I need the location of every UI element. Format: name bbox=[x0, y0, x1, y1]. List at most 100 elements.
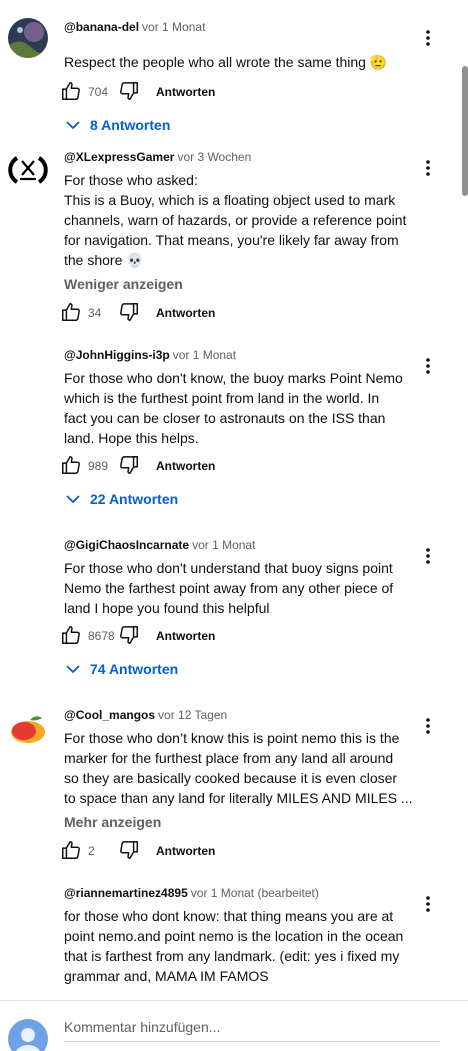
avatar[interactable] bbox=[8, 708, 48, 748]
comment-text-line: channels, warn of hazards, or provide a … bbox=[64, 212, 407, 228]
comment-text-line: For those who don’t know this is point n… bbox=[64, 730, 400, 746]
replies-count: 74 Antworten bbox=[90, 661, 179, 677]
avatar-letter: R bbox=[21, 895, 35, 916]
comment-text: For those who asked: This is a Buoy, whic… bbox=[64, 170, 412, 270]
reply-button[interactable]: Antworten bbox=[156, 629, 215, 643]
comment-text: for those who dont know: that thing mean… bbox=[64, 906, 412, 986]
comment-list: @banana-del vor 1 Monat Respect the people… bbox=[0, 0, 468, 1000]
like-count: 989 bbox=[88, 459, 109, 473]
more-options-icon[interactable] bbox=[418, 894, 438, 914]
avatar[interactable] bbox=[8, 150, 48, 190]
dislike-button[interactable] bbox=[118, 301, 140, 326]
more-options-icon[interactable] bbox=[418, 716, 438, 736]
view-replies-button[interactable]: 8 Antworten bbox=[66, 117, 170, 133]
dislike-button[interactable] bbox=[118, 454, 140, 479]
comment-actions: 2 Antworten bbox=[60, 839, 215, 863]
thumbs-up-icon bbox=[60, 624, 82, 649]
like-button[interactable] bbox=[60, 80, 82, 105]
comment-text: Respect the people who all wrote the sam… bbox=[64, 52, 412, 72]
comment-timestamp[interactable]: vor 3 Wochen bbox=[177, 150, 251, 164]
thumbs-down-icon bbox=[118, 624, 140, 649]
comment-author[interactable]: @JohnHiggins-i3p bbox=[64, 348, 170, 362]
comment-text-line: For those who don't know, the buoy marks… bbox=[64, 370, 403, 386]
comment-text-line: Nemo the farthest point away from any ot… bbox=[64, 580, 394, 596]
comment-text-line: so they are basically cooked because it … bbox=[64, 770, 398, 786]
dislike-button[interactable] bbox=[118, 80, 140, 105]
dislike-button[interactable] bbox=[118, 624, 140, 649]
chevron-down-icon bbox=[66, 117, 80, 133]
comment-timestamp[interactable]: vor 1 Monat (bearbeitet) bbox=[191, 886, 319, 900]
comment-timestamp[interactable]: vor 1 Monat bbox=[192, 538, 255, 552]
like-button[interactable] bbox=[60, 454, 82, 479]
more-options-icon[interactable] bbox=[418, 158, 438, 178]
like-count: 8678 bbox=[88, 629, 115, 643]
comment-text-line: for navigation. That means, you're likel… bbox=[64, 232, 399, 248]
thumbs-up-icon bbox=[60, 454, 82, 479]
comment-author[interactable]: @XLexpressGamer bbox=[64, 150, 174, 164]
comment-author[interactable]: @banana-del bbox=[64, 20, 139, 34]
replies-count: 22 Antworten bbox=[90, 491, 179, 507]
avatar-letter: G bbox=[20, 547, 35, 568]
like-count: 34 bbox=[88, 306, 102, 320]
comment-author[interactable]: @riannemartinez4895 bbox=[64, 886, 188, 900]
comment-timestamp[interactable]: vor 1 Monat bbox=[173, 348, 236, 362]
comment-text-line: Respect the people who all wrote the sam… bbox=[64, 54, 388, 70]
read-more-toggle[interactable]: Mehr anzeigen bbox=[64, 814, 161, 830]
like-count: 704 bbox=[88, 85, 109, 99]
comment-text-line: point nemo.and point nemo is the locatio… bbox=[64, 928, 404, 944]
avatar[interactable]: G bbox=[8, 538, 48, 578]
reply-button[interactable]: Antworten bbox=[156, 306, 215, 320]
like-button[interactable] bbox=[60, 839, 82, 864]
comment-timestamp[interactable]: vor 12 Tagen bbox=[158, 708, 227, 722]
comment-text-line: fact you can be closer to astronauts on … bbox=[64, 410, 386, 426]
avatar[interactable] bbox=[8, 18, 48, 58]
comment-text-line: marker for the furthest place from any l… bbox=[64, 750, 394, 766]
view-replies-button[interactable]: 74 Antworten bbox=[66, 661, 178, 677]
thumbs-down-icon bbox=[118, 301, 140, 326]
comment-actions: 704 Antworten bbox=[60, 80, 215, 104]
comment-text-line: This is a Buoy, which is a floating obje… bbox=[64, 192, 396, 208]
like-count: 2 bbox=[88, 844, 95, 858]
comment-text-line: land. Hope this helps. bbox=[64, 430, 199, 446]
reply-button[interactable]: Antworten bbox=[156, 85, 215, 99]
scrollbar[interactable] bbox=[462, 66, 468, 196]
comment-text-line: land I hope you found this helpful bbox=[64, 600, 270, 616]
like-button[interactable] bbox=[60, 624, 82, 649]
more-options-icon[interactable] bbox=[418, 546, 438, 566]
user-avatar[interactable] bbox=[8, 1019, 48, 1051]
comment-text-line: to space than any land for literally MIL… bbox=[64, 790, 413, 806]
view-replies-button[interactable]: 22 Antworten bbox=[66, 491, 178, 507]
comment-composer: Kommentar hinzufügen... bbox=[0, 1000, 468, 1051]
comment-timestamp[interactable]: vor 1 Monat bbox=[142, 20, 205, 34]
thumbs-up-icon bbox=[60, 301, 82, 326]
comment-text-line: grammar and, MAMA IM FAMOS bbox=[64, 968, 269, 984]
thumbs-down-icon bbox=[118, 80, 140, 105]
comment-text-line: For those who don't understand that buoy… bbox=[64, 560, 393, 576]
reply-button[interactable]: Antworten bbox=[156, 844, 215, 858]
more-options-icon[interactable] bbox=[418, 28, 438, 48]
comment-text-line: which is the furthest point from land in… bbox=[64, 390, 380, 406]
more-options-icon[interactable] bbox=[418, 356, 438, 376]
comment-input[interactable]: Kommentar hinzufügen... bbox=[64, 1019, 220, 1035]
comment-author[interactable]: @Cool_mangos bbox=[64, 708, 155, 722]
comment-input-underline bbox=[64, 1041, 440, 1042]
thumbs-up-icon bbox=[60, 80, 82, 105]
replies-count: 8 Antworten bbox=[90, 117, 171, 133]
chevron-down-icon bbox=[66, 491, 80, 507]
thumbs-down-icon bbox=[118, 839, 140, 864]
avatar[interactable]: J bbox=[8, 348, 48, 388]
thumbs-up-icon bbox=[60, 839, 82, 864]
reply-button[interactable]: Antworten bbox=[156, 459, 215, 473]
comment-text-line: for those who dont know: that thing mean… bbox=[64, 908, 394, 924]
comment-actions: 8678 Antworten bbox=[60, 624, 215, 648]
dislike-button[interactable] bbox=[118, 839, 140, 864]
comment-text: For those who don't know, the buoy marks… bbox=[64, 368, 412, 448]
comment-author[interactable]: @GigiChaosIncarnate bbox=[64, 538, 189, 552]
comment-actions: 34 Antworten bbox=[60, 301, 215, 325]
chevron-down-icon bbox=[66, 661, 80, 677]
comment-actions: 989 Antworten bbox=[60, 454, 215, 478]
like-button[interactable] bbox=[60, 301, 82, 326]
avatar[interactable]: R bbox=[8, 886, 48, 926]
comment-text-line: For those who asked: bbox=[64, 172, 198, 188]
read-more-toggle[interactable]: Weniger anzeigen bbox=[64, 276, 183, 292]
